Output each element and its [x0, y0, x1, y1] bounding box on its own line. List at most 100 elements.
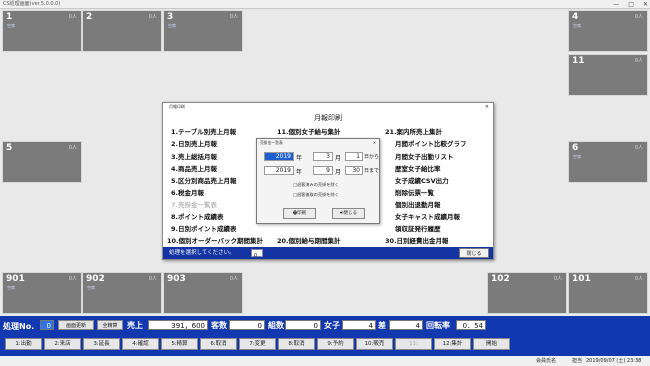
table-tile-1[interactable]: 1 0人 空席 — [2, 10, 82, 52]
tile-status: 空席 — [573, 23, 581, 28]
report-item-29[interactable]: 領収証発行履歴 — [395, 223, 441, 233]
table-tile-4[interactable]: 4 0人 空席 — [568, 10, 648, 52]
fkey-1[interactable]: 1:出勤 — [5, 338, 42, 350]
close-window-button[interactable]: ✕ — [643, 0, 648, 9]
minimize-button[interactable]: — — [613, 0, 619, 9]
from-year-field[interactable]: 2019 — [264, 152, 294, 161]
fkey-8[interactable]: 8:取消 — [278, 338, 315, 350]
tile-status: 空席 — [168, 23, 176, 28]
from-month-field[interactable]: 3 — [313, 152, 333, 161]
fkey-10[interactable]: 10:販売 — [356, 338, 393, 350]
exclude-settled-checkbox[interactable]: □退客済みの売掛を除く — [293, 182, 339, 188]
print-label: 印刷 — [297, 211, 307, 216]
report-item-23[interactable]: 月間女子出勤リスト — [395, 151, 454, 161]
process-no-field[interactable]: 0 — [40, 320, 54, 330]
report-item-28[interactable]: 女子キャスト成績月報 — [395, 211, 460, 221]
dialog-heading: 月報印刷 — [314, 114, 342, 122]
table-tile-101[interactable]: 101 0人 — [568, 272, 648, 314]
datetime: 2019/09/07 (土) 23:38 — [586, 358, 642, 364]
fkey-11[interactable]: 11: — [395, 338, 432, 350]
table-tile-2[interactable]: 2 0人 — [82, 10, 162, 52]
month-unit: 月 — [335, 155, 342, 162]
print-button[interactable]: 🖶印刷 — [283, 208, 316, 219]
dialog-close-button[interactable]: 閉じる — [459, 248, 489, 258]
refresh-button[interactable]: 画面更新 — [58, 320, 94, 330]
dialog-title: 月報印刷 — [169, 104, 185, 109]
report-item-1[interactable]: 1.テーブル別売上月報 — [171, 126, 236, 136]
table-tile-11[interactable]: 11 0人 — [568, 54, 648, 96]
report-item-3[interactable]: 3.売上総括月報 — [171, 151, 217, 161]
year-unit: 年 — [296, 169, 303, 176]
member-name-label: 会員氏名 — [536, 358, 557, 364]
tile-status: 空席 — [87, 285, 95, 290]
tile-number: 102 — [491, 274, 510, 284]
fkey-2[interactable]: 2:来店 — [44, 338, 81, 350]
report-item-11[interactable]: 11.個別女子給与集計 — [277, 126, 341, 136]
dialog-close-icon[interactable]: ✕ — [485, 103, 489, 111]
table-tile-3[interactable]: 3 0人空席 — [163, 10, 243, 52]
subdialog-titlebar: 売掛金一覧表 ✕ — [257, 139, 379, 146]
diff-value: 4 — [389, 320, 423, 330]
to-year-field[interactable]: 2019 — [264, 166, 294, 175]
tile-number: 101 — [572, 274, 591, 284]
report-item-22[interactable]: 月間ポイント比較グラフ — [395, 138, 467, 148]
to-month-field[interactable]: 9 — [313, 166, 333, 175]
subdialog-close-button[interactable]: ⎆閉じる — [332, 208, 365, 219]
report-item-25[interactable]: 女子成績CSV出力 — [395, 175, 449, 185]
selection-value: 0 — [254, 253, 258, 259]
fkey-4[interactable]: 4:確認 — [122, 338, 159, 350]
report-item-7[interactable]: 7.売掛金一覧表 — [171, 199, 217, 209]
tile-count: 0人 — [229, 14, 238, 20]
report-item-9[interactable]: 9.日別ポイント成績表 — [171, 223, 237, 233]
fkey-3[interactable]: 3:延長 — [83, 338, 120, 350]
report-item-30[interactable]: 30.日別経費出金月報 — [385, 235, 449, 245]
table-tile-102[interactable]: 102 0人 — [487, 272, 567, 314]
report-item-6[interactable]: 6.税金月報 — [171, 187, 204, 197]
maximize-button[interactable]: □ — [628, 0, 634, 9]
from-day-field[interactable]: 1 — [345, 152, 363, 161]
fkey-5[interactable]: 5:精算 — [161, 338, 198, 350]
rotation-label: 回転率 — [426, 321, 450, 330]
subdialog-close-icon[interactable]: ✕ — [373, 139, 376, 146]
report-item-5[interactable]: 5.区分別商品売上月報 — [171, 175, 237, 185]
tile-count: 0人 — [634, 14, 643, 20]
table-tile-5[interactable]: 5 0人 — [2, 141, 82, 183]
footer-bar: 会員氏名 担当 2019/09/07 (土) 23:38 — [0, 356, 650, 366]
report-item-20[interactable]: 20.個別給与期間集計 — [277, 235, 341, 245]
table-tile-902[interactable]: 902 0人 空席 — [82, 272, 162, 314]
guests-value: 0 — [229, 320, 265, 330]
start-button[interactable]: 開始 — [473, 338, 510, 350]
women-value: 4 — [342, 320, 376, 330]
report-item-24[interactable]: 歴室女子給比率 — [395, 163, 441, 173]
report-item-21[interactable]: 21.案内所売上集計 — [385, 126, 442, 136]
tile-number: 2 — [86, 12, 93, 22]
tile-number: 1 — [6, 12, 13, 22]
table-tile-903[interactable]: 903 0人 — [163, 272, 243, 314]
report-item-2[interactable]: 2.日別売上月報 — [171, 138, 217, 148]
exclude-after-checkbox[interactable]: □退客後取の売掛を除く — [293, 192, 339, 198]
selection-input[interactable]: 0 — [251, 249, 263, 259]
fkey-9[interactable]: 9:予約 — [317, 338, 354, 350]
tile-number: 11 — [572, 56, 585, 66]
tile-count: 0人 — [68, 145, 77, 151]
fkey-7[interactable]: 7:変更 — [239, 338, 276, 350]
tile-number: 903 — [167, 274, 186, 284]
staff-label: 担当 — [572, 358, 583, 364]
report-item-4[interactable]: 4.商品売上月報 — [171, 163, 217, 173]
sales-label: 売上 — [127, 321, 143, 330]
report-item-26[interactable]: 削除伝票一覧 — [395, 187, 434, 197]
table-tile-6[interactable]: 6 0人 空席 — [568, 141, 648, 183]
settle-all-button[interactable]: 全精算 — [97, 320, 123, 330]
to-day-field[interactable]: 30 — [345, 166, 363, 175]
report-item-10[interactable]: 10.個別オーダーバック期間集計 — [167, 235, 263, 245]
report-item-27[interactable]: 個別出退勤月報 — [395, 199, 441, 209]
subdialog-title: 売掛金一覧表 — [260, 140, 283, 145]
report-item-8[interactable]: 8.ポイント成績表 — [171, 211, 224, 221]
tile-number: 3 — [167, 12, 174, 22]
month-unit: 月 — [335, 169, 342, 176]
fkey-12[interactable]: 12:集計 — [434, 338, 471, 350]
tile-number: 6 — [572, 143, 579, 153]
year-unit: 年 — [296, 155, 303, 162]
table-tile-901[interactable]: 901 0人 空席 — [2, 272, 82, 314]
fkey-6[interactable]: 6:取消 — [200, 338, 237, 350]
